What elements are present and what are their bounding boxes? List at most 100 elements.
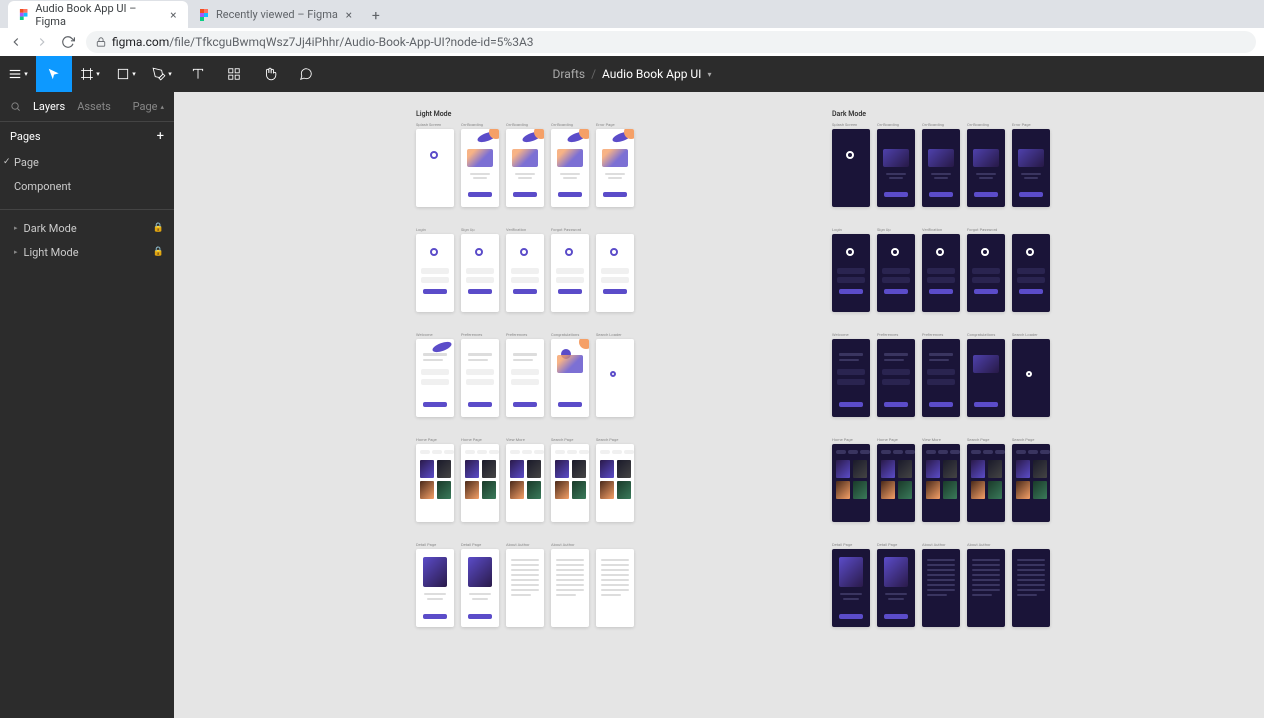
pen-tool-button[interactable]: ▾: [144, 56, 180, 92]
frame[interactable]: [832, 234, 870, 312]
frame[interactable]: [416, 444, 454, 522]
search-icon[interactable]: [10, 101, 21, 112]
frame[interactable]: [922, 339, 960, 417]
frame-label: Search Loader: [1012, 332, 1050, 337]
shape-tool-button[interactable]: ▾: [108, 56, 144, 92]
back-icon[interactable]: [8, 34, 24, 50]
figma-favicon-icon: [18, 9, 29, 21]
new-tab-button[interactable]: +: [364, 4, 388, 28]
frame[interactable]: [506, 339, 544, 417]
frame[interactable]: [551, 234, 589, 312]
frame[interactable]: [416, 339, 454, 417]
frame[interactable]: [1012, 444, 1050, 522]
frame[interactable]: [832, 549, 870, 627]
frame[interactable]: [551, 339, 589, 417]
frame[interactable]: [596, 234, 634, 312]
frame[interactable]: [877, 129, 915, 207]
canvas-section: Light ModeSplash ScreenOn-BoardingOn-Boa…: [416, 110, 634, 647]
frame[interactable]: [461, 549, 499, 627]
frame-label: [596, 542, 634, 547]
page-selector[interactable]: Page ▴: [133, 100, 164, 113]
frame[interactable]: [1012, 234, 1050, 312]
frame[interactable]: [416, 234, 454, 312]
frame[interactable]: [416, 549, 454, 627]
frame[interactable]: [967, 129, 1005, 207]
hand-tool-button[interactable]: [252, 56, 288, 92]
address-bar: figma.com/file/TfkcguBwmqWsz7Jj4iPhhr/Au…: [0, 28, 1264, 56]
frame-label: Search Page: [551, 437, 589, 442]
comment-tool-button[interactable]: [288, 56, 324, 92]
frame[interactable]: [877, 549, 915, 627]
text-tool-button[interactable]: [180, 56, 216, 92]
frame-label: View More: [922, 437, 960, 442]
reload-icon[interactable]: [60, 34, 76, 50]
chevron-right-icon[interactable]: ▸: [14, 248, 18, 256]
frame[interactable]: [506, 549, 544, 627]
frame[interactable]: [967, 234, 1005, 312]
frame[interactable]: [967, 339, 1005, 417]
frame[interactable]: [832, 444, 870, 522]
frame-label: Error Page: [1012, 122, 1050, 127]
frame[interactable]: [596, 339, 634, 417]
lock-icon[interactable]: 🔒: [153, 247, 164, 257]
frame[interactable]: [596, 129, 634, 207]
frame[interactable]: [506, 234, 544, 312]
layers-tab[interactable]: Layers: [33, 100, 65, 113]
file-name[interactable]: Audio Book App UI: [602, 67, 701, 81]
main-menu-button[interactable]: ▾: [0, 56, 36, 92]
frame[interactable]: [832, 129, 870, 207]
frame[interactable]: [461, 129, 499, 207]
close-icon[interactable]: ×: [344, 10, 354, 20]
page-item[interactable]: Component: [0, 174, 174, 198]
frame[interactable]: [922, 129, 960, 207]
resources-button[interactable]: [216, 56, 252, 92]
frame-label: Detail Page: [877, 542, 915, 547]
frame[interactable]: [877, 339, 915, 417]
frame[interactable]: [551, 444, 589, 522]
frame[interactable]: [1012, 339, 1050, 417]
frame-label: Verification: [506, 227, 544, 232]
tab-title: Recently viewed – Figma: [216, 8, 338, 21]
frame-tool-button[interactable]: ▾: [72, 56, 108, 92]
frame[interactable]: [967, 444, 1005, 522]
frame[interactable]: [551, 129, 589, 207]
chevron-right-icon[interactable]: ▸: [14, 224, 18, 232]
frame[interactable]: [922, 444, 960, 522]
lock-icon[interactable]: 🔒: [153, 223, 164, 233]
frame-label: On-Boarding: [922, 122, 960, 127]
frame-label: Detail Page: [416, 542, 454, 547]
frame[interactable]: [1012, 549, 1050, 627]
frame[interactable]: [416, 129, 454, 207]
add-page-button[interactable]: +: [157, 129, 164, 144]
frame[interactable]: [1012, 129, 1050, 207]
layer-item[interactable]: ▸ Dark Mode 🔒: [0, 216, 174, 240]
browser-tab[interactable]: Recently viewed – Figma ×: [188, 1, 364, 28]
frame[interactable]: [461, 339, 499, 417]
frame[interactable]: [596, 444, 634, 522]
assets-tab[interactable]: Assets: [77, 100, 111, 113]
layer-item[interactable]: ▸ Light Mode 🔒: [0, 240, 174, 264]
frame[interactable]: [506, 444, 544, 522]
frame[interactable]: [922, 549, 960, 627]
frame[interactable]: [461, 444, 499, 522]
file-breadcrumb[interactable]: Drafts / Audio Book App UI ▾: [553, 67, 712, 81]
frame-label: Congratulations: [967, 332, 1005, 337]
frame[interactable]: [967, 549, 1005, 627]
forward-icon[interactable]: [34, 34, 50, 50]
move-tool-button[interactable]: [36, 56, 72, 92]
frame[interactable]: [596, 549, 634, 627]
frame[interactable]: [506, 129, 544, 207]
frame[interactable]: [922, 234, 960, 312]
close-icon[interactable]: ×: [169, 10, 178, 20]
frame[interactable]: [461, 234, 499, 312]
browser-tab-active[interactable]: Audio Book App UI – Figma ×: [8, 1, 188, 28]
breadcrumb-root[interactable]: Drafts: [553, 67, 586, 81]
canvas[interactable]: Light ModeSplash ScreenOn-BoardingOn-Boa…: [174, 92, 1264, 718]
url-field[interactable]: figma.com/file/TfkcguBwmqWsz7Jj4iPhhr/Au…: [86, 31, 1256, 53]
frame[interactable]: [832, 339, 870, 417]
chevron-down-icon[interactable]: ▾: [707, 70, 711, 79]
frame[interactable]: [877, 234, 915, 312]
page-item[interactable]: Page: [0, 150, 174, 174]
frame[interactable]: [877, 444, 915, 522]
frame[interactable]: [551, 549, 589, 627]
